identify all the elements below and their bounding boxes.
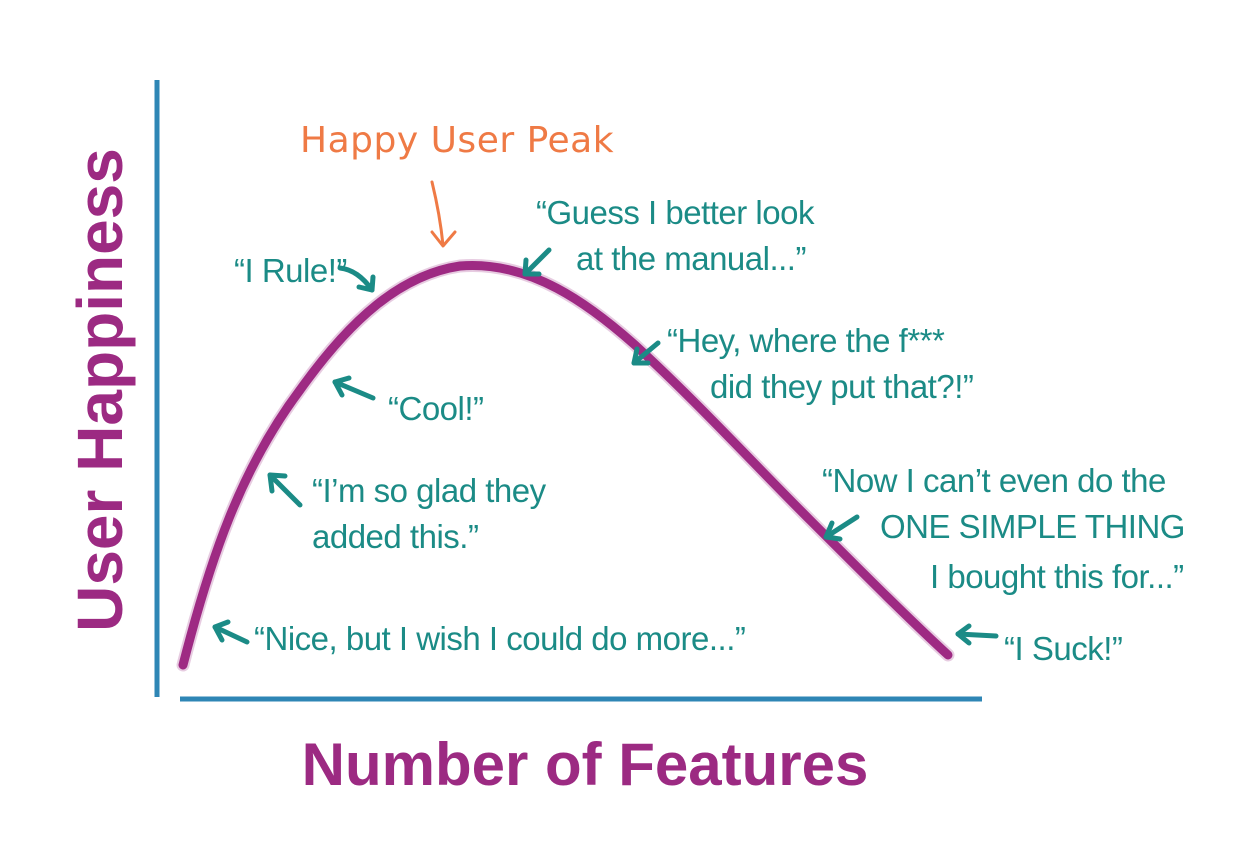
quote-rule: “I Rule!”	[234, 252, 347, 289]
quote-manual-line2: at the manual...”	[576, 240, 806, 277]
arrow-icon-cool	[332, 375, 376, 401]
x-axis-title: Number of Features	[302, 731, 869, 798]
feature-happiness-diagram: User Happiness Number of Features Happy …	[64, 80, 1185, 798]
quote-glad-line2: added this.”	[312, 518, 478, 555]
quote-glad-line1: “I’m so glad they	[312, 472, 547, 509]
arrow-icon-cant	[823, 514, 860, 542]
arrow-icon-glad	[267, 472, 303, 508]
quote-cant-line2: ONE SIMPLE THING	[880, 508, 1185, 545]
quote-nice: “Nice, but I wish I could do more...”	[254, 620, 745, 657]
quote-where-line2: did they put that?!”	[710, 368, 973, 405]
quote-manual-line1: “Guess I better look	[536, 194, 815, 231]
happy-user-peak-label: Happy User Peak	[300, 120, 614, 161]
quote-where-line1: “Hey, where the f***	[667, 322, 945, 359]
quote-suck: “I Suck!”	[1004, 630, 1122, 667]
quote-cant-line3: I bought this for...”	[930, 558, 1184, 595]
quote-cool: “Cool!”	[388, 390, 484, 427]
peak-arrow-icon	[430, 180, 457, 248]
arrow-icon-suck	[955, 623, 999, 646]
quote-cant-line1: “Now I can’t even do the	[822, 462, 1166, 499]
arrow-icon-manual	[522, 247, 552, 277]
arrow-icon-nice	[212, 619, 250, 645]
y-axis-title: User Happiness	[64, 148, 136, 632]
